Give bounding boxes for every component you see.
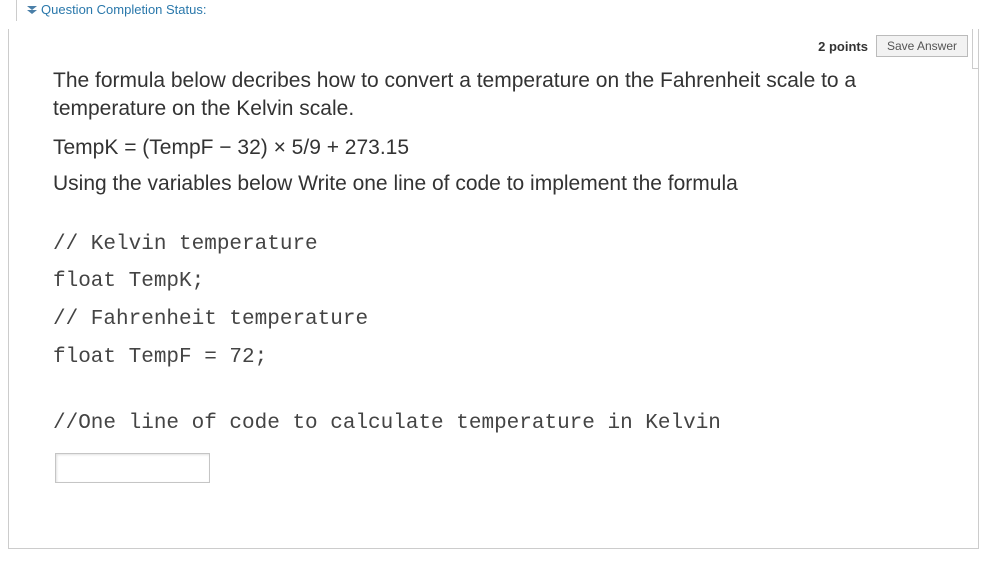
code-line: // Fahrenheit temperature — [53, 301, 934, 339]
code-line: // Kelvin temperature — [53, 226, 934, 264]
question-content: The formula below decribes how to conver… — [9, 29, 978, 493]
save-answer-button[interactable]: Save Answer — [876, 35, 968, 57]
answer-input[interactable] — [55, 453, 210, 483]
question-formula: TempK = (TempF − 32) × 5/9 + 273.15 — [53, 136, 934, 160]
code-line: float TempK; — [53, 263, 934, 301]
chevron-down-icon[interactable] — [27, 5, 37, 15]
question-panel: 2 points Save Answer The formula below d… — [8, 29, 979, 549]
code-line: float TempF = 72; — [53, 339, 934, 377]
question-header-cutoff: Question 1 — [8, 21, 987, 29]
question-instruction: Using the variables below Write one line… — [53, 172, 934, 196]
question-header-right: 2 points Save Answer — [818, 35, 968, 57]
panel-border-decor — [972, 29, 978, 69]
points-label: 2 points — [818, 39, 868, 54]
code-line: //One line of code to calculate temperat… — [53, 405, 934, 443]
question-paragraph: The formula below decribes how to conver… — [53, 67, 934, 124]
completion-status-label[interactable]: Question Completion Status: — [41, 2, 206, 17]
completion-status-bar: Question Completion Status: — [16, 0, 987, 21]
